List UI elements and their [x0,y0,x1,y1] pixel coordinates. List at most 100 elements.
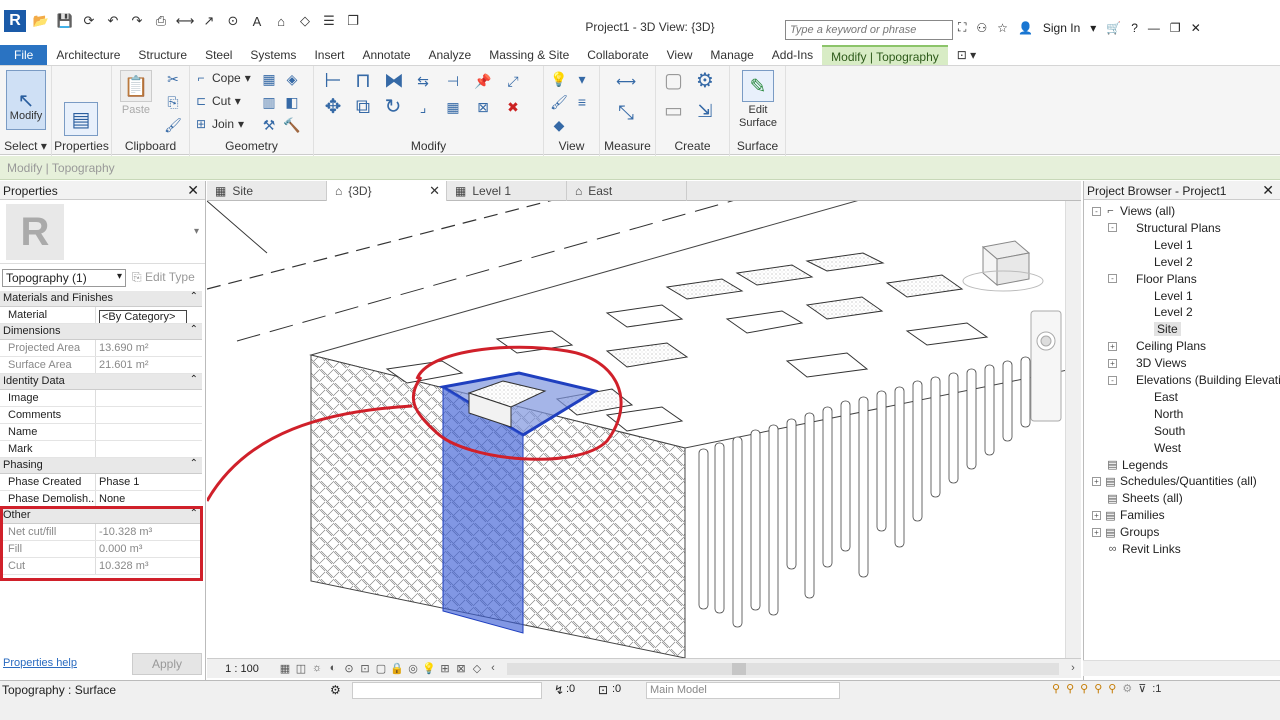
mirror-axis-icon[interactable]: ⧓ [384,71,404,91]
edit-type-button[interactable]: ⎘ Edit Type [128,269,202,287]
collapse-icon[interactable]: - [1108,223,1117,233]
create-group-icon[interactable]: ▭ [664,101,683,121]
paint-icon[interactable]: ▥ [260,93,278,111]
view-tab-east[interactable]: ⌂ East [567,181,687,201]
modify-button[interactable]: ↖ Modify [6,70,46,132]
sun-path-icon[interactable]: ☼ [309,662,325,676]
tab-annotate[interactable]: Annotate [353,45,419,65]
type-dropdown-icon[interactable]: ▾ [194,226,199,237]
pin-icon[interactable]: 📌 [474,72,492,90]
select-by-face-icon[interactable]: ⚲ [1094,682,1102,695]
thin-lines-icon[interactable]: ☰ [320,12,338,30]
property-value[interactable] [96,407,202,423]
filter-icon[interactable]: ⊽ [1138,682,1146,695]
browser-node[interactable]: Site [1124,322,1181,337]
browser-node[interactable]: - Floor Plans [1108,272,1197,286]
viewport-horizontal-scrollbar[interactable] [507,662,1059,675]
view-tab-level-1[interactable]: ▦ Level 1 [447,181,567,201]
view-tab-3d[interactable]: ⌂ {3D} ✕ [327,181,447,201]
expand-icon[interactable]: + [1108,358,1117,368]
render-icon[interactable]: ⊙ [341,662,357,676]
tab-manage[interactable]: Manage [701,45,762,65]
select-underlay-icon[interactable]: ⚲ [1066,682,1074,695]
tab-collaborate[interactable]: Collaborate [578,45,657,65]
browser-node[interactable]: - Elevations (Building Elevation) [1108,373,1280,387]
remove-paint-icon[interactable]: ◧ [283,93,301,111]
search-input[interactable]: Type a keyword or phrase [785,20,953,40]
3d-viewport[interactable] [207,201,1081,658]
browser-node[interactable]: + ▤ Schedules/Quantities (all) [1092,474,1257,488]
drag-elements-icon[interactable]: ⚲ [1108,682,1116,695]
tab-systems[interactable]: Systems [241,45,305,65]
mirror-draw-icon[interactable]: ⇆ [414,72,432,90]
create-similar-icon[interactable]: ⇲ [696,102,714,120]
scroll-right-icon[interactable]: › [1065,662,1081,676]
browser-node[interactable]: Level 2 [1124,305,1193,319]
browser-node[interactable]: Level 1 [1124,289,1193,303]
close-view-icon[interactable]: ✕ [429,183,440,199]
type-selector[interactable]: Topography (1) ▾ [2,269,126,287]
properties-button[interactable]: ▤ [64,70,98,138]
browser-node[interactable]: + ▤ Groups [1092,525,1159,539]
property-value[interactable] [96,441,202,457]
browser-node[interactable]: ▤ Legends [1092,458,1168,472]
analytical-model-icon[interactable]: ⊠ [453,662,469,676]
split-face-icon[interactable]: ◈ [283,70,301,88]
browser-node[interactable]: Level 1 [1124,238,1193,252]
demolish-icon[interactable]: ⚒ [260,116,278,134]
browser-node[interactable]: + ▤ Families [1092,508,1165,522]
restore-icon[interactable]: ❐ [1170,21,1181,35]
linework-icon[interactable]: ≡ [573,93,591,111]
edit-surface-button[interactable]: ✎ Edit Surface [736,70,780,130]
revit-logo-icon[interactable]: R [4,10,26,32]
close-browser-icon[interactable]: ✕ [1262,182,1274,199]
browser-node[interactable]: Level 2 [1124,255,1193,269]
match-type-icon[interactable]: 🖌 [164,116,182,134]
subscription-icon[interactable]: ⚇ [976,21,987,35]
copy-element-icon[interactable]: ⧉ [354,97,372,117]
sign-in-button[interactable]: Sign In [1043,21,1080,35]
cut-geometry-button[interactable]: ⊏ Cut ▾ [194,94,241,108]
measure-between-icon[interactable]: ⟷ [608,72,644,90]
3d-view-icon[interactable]: ⌂ [272,12,290,30]
tab-view[interactable]: View [658,45,702,65]
browser-horizontal-scrollbar[interactable] [1083,660,1280,676]
collapse-icon[interactable]: ⌃ [190,291,198,302]
design-options-icon[interactable]: ⊡ [598,683,608,697]
minimize-icon[interactable]: — [1148,21,1160,35]
ribbon-options-icon[interactable]: ⊡ ▾ [948,45,985,65]
cart-icon[interactable]: 🛒 [1106,21,1121,35]
tab-structure[interactable]: Structure [129,45,196,65]
tab-insert[interactable]: Insert [305,45,353,65]
dimension-icon[interactable]: ↗ [200,12,218,30]
print-icon[interactable]: ⎙ [152,12,170,30]
browser-node[interactable]: North [1124,407,1183,421]
editing-requests-icon[interactable]: ↯ [554,683,564,697]
highlight-displacement-icon[interactable]: ◇ [469,662,485,676]
close-properties-icon[interactable]: ✕ [187,182,199,199]
select-links-icon[interactable]: ⚲ [1052,682,1060,695]
aligned-dimension-icon[interactable]: ⤡ [608,103,644,123]
detail-level-icon[interactable]: ▦ [277,662,293,676]
switch-windows-icon[interactable]: ❐ [344,12,362,30]
scrollbar-thumb[interactable] [732,662,746,675]
create-parts-icon[interactable]: ⚙ [696,71,714,91]
tab-file[interactable]: File [0,45,48,65]
workset-selector[interactable] [352,682,542,699]
expand-icon[interactable]: + [1108,341,1117,351]
property-group-header[interactable]: Other ⌃ [0,508,202,524]
worksets-icon[interactable]: ⚙ [330,683,341,697]
close-icon[interactable]: ✕ [1191,21,1201,35]
selection-box-icon[interactable]: ◆ [550,116,568,134]
apply-button[interactable]: Apply [132,653,202,675]
copy-icon[interactable]: ⎘ [164,93,182,111]
tab-analyze[interactable]: Analyze [420,45,481,65]
help-icon[interactable]: ? [1131,21,1138,35]
redo-icon[interactable]: ↷ [128,12,146,30]
temp-hide-icon[interactable]: ◎ [405,662,421,676]
property-value[interactable]: None [96,491,202,507]
collapse-icon[interactable]: - [1108,274,1117,284]
material-value[interactable]: <By Category> [99,310,187,323]
property-group-header[interactable]: Identity Data ⌃ [0,374,202,390]
property-group-header[interactable]: Phasing ⌃ [0,458,202,474]
